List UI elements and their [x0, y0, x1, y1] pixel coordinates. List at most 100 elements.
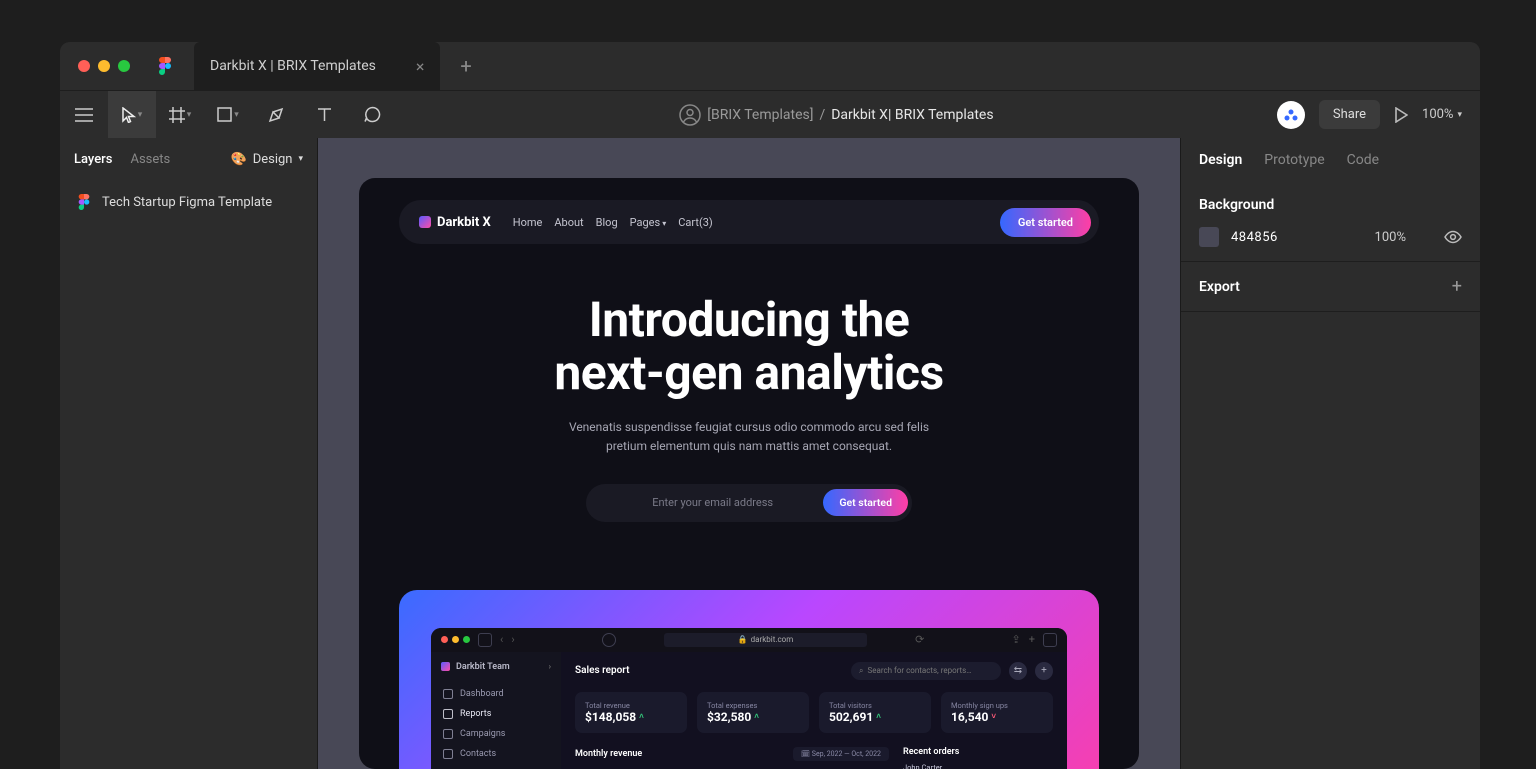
minimize-window-icon[interactable]: [98, 60, 110, 72]
layers-panel: Layers Assets 🎨 Design ▾: [60, 138, 318, 769]
inspector-panel: Design Prototype Code Background 484856 …: [1180, 138, 1480, 769]
figma-window: Darkbit X | BRIX Templates × + ▾ ▾ ▾: [60, 42, 1480, 769]
nav-pages[interactable]: Pages▾: [630, 216, 667, 229]
shape-tool[interactable]: ▾: [204, 91, 252, 139]
frame-tool[interactable]: ▾: [156, 91, 204, 139]
layer-item[interactable]: Tech Startup Figma Template: [74, 188, 303, 216]
sidebar-item-campaigns[interactable]: Campaigns: [441, 724, 551, 744]
maximize-window-icon[interactable]: [118, 60, 130, 72]
email-form[interactable]: Enter your email address Get started: [586, 484, 912, 522]
color-swatch[interactable]: [1199, 227, 1219, 247]
app-sidebar: Darkbit Team › Dashboard Reports Campaig…: [431, 652, 561, 769]
pen-tool[interactable]: [252, 91, 300, 139]
stat-card: Total visitors 502,691˄: [819, 692, 931, 733]
org-name: [BRIX Templates]: [707, 107, 813, 123]
code-tab[interactable]: Code: [1347, 152, 1379, 168]
chevron-down-icon: ▾: [138, 110, 143, 120]
avatar-glyph-icon: [1283, 107, 1299, 123]
breadcrumb[interactable]: [BRIX Templates] / Darkbit X| BRIX Templ…: [396, 104, 1277, 126]
nav-home[interactable]: Home: [513, 216, 543, 229]
user-avatar[interactable]: [1277, 101, 1305, 129]
nav-cta-button[interactable]: Get started: [1000, 208, 1091, 237]
nav-cart[interactable]: Cart(3): [678, 216, 713, 229]
visibility-toggle[interactable]: [1444, 230, 1462, 244]
chevron-right-icon: ›: [549, 662, 551, 671]
comment-tool[interactable]: [348, 91, 396, 139]
team-switcher[interactable]: Darkbit Team ›: [441, 662, 551, 672]
nav-about[interactable]: About: [554, 216, 583, 229]
tab-bar: Darkbit X | BRIX Templates × +: [60, 42, 1480, 90]
sidebar-item-dashboard[interactable]: Dashboard: [441, 684, 551, 704]
team-name: Darkbit Team: [456, 662, 510, 672]
stat-card: Total revenue $148,058˄: [575, 692, 687, 733]
plus-icon: +: [1029, 633, 1035, 646]
add-chip[interactable]: +: [1035, 662, 1053, 680]
text-tool[interactable]: [300, 91, 348, 139]
canvas[interactable]: Darkbit X Home About Blog Pages▾ Cart(3)…: [318, 138, 1180, 769]
chevron-down-icon: ▾: [187, 110, 192, 120]
share-icon: ⇪: [1012, 633, 1021, 646]
page-selector[interactable]: 🎨 Design ▾: [231, 152, 304, 167]
hero-subheading: Venenatis suspendisse feugiat cursus odi…: [549, 418, 949, 456]
sidebar-item-reports[interactable]: Reports: [441, 704, 551, 724]
close-window-icon[interactable]: [78, 60, 90, 72]
nav-blog[interactable]: Blog: [596, 216, 618, 229]
assets-tab[interactable]: Assets: [130, 152, 170, 167]
export-heading: Export: [1199, 279, 1240, 295]
reload-icon: ⟳: [915, 633, 924, 646]
forward-icon: ›: [511, 633, 514, 646]
color-opacity[interactable]: 100%: [1375, 230, 1406, 245]
file-tab[interactable]: Darkbit X | BRIX Templates ×: [194, 42, 440, 90]
color-hex[interactable]: 484856: [1231, 230, 1278, 245]
trend-up-icon: ˄: [876, 712, 881, 721]
share-button[interactable]: Share: [1319, 100, 1380, 129]
cursor-icon: [122, 107, 136, 123]
app-main: Sales report ⌕ Search for contacts, repo…: [561, 652, 1067, 769]
frame-icon: [169, 107, 185, 123]
email-cta-button[interactable]: Get started: [823, 489, 908, 516]
zoom-control[interactable]: 100% ▾: [1422, 107, 1462, 122]
team-mark-icon: [441, 662, 450, 671]
chevron-down-icon: ▾: [662, 219, 666, 228]
trend-up-icon: ˄: [639, 712, 644, 721]
browser-chrome: ‹ › 🔒 darkbit.com ⟳ ⇪: [431, 628, 1067, 652]
brand-mark-icon: [419, 216, 431, 228]
device-mock: ‹ › 🔒 darkbit.com ⟳ ⇪: [399, 590, 1099, 769]
brand[interactable]: Darkbit X: [419, 215, 491, 230]
trend-down-icon: ˅: [991, 712, 996, 721]
palette-icon: 🎨: [231, 152, 247, 167]
rectangle-icon: [217, 107, 232, 122]
dot-icon: [452, 636, 459, 643]
sidebar-item-contacts[interactable]: Contacts: [441, 744, 551, 764]
email-input[interactable]: Enter your email address: [602, 496, 823, 509]
figma-file-icon: [76, 194, 92, 210]
site-nav: Darkbit X Home About Blog Pages▾ Cart(3)…: [399, 200, 1099, 244]
lock-icon: 🔒: [738, 635, 748, 644]
search-input[interactable]: ⌕ Search for contacts, reports…: [851, 662, 1001, 680]
design-tab[interactable]: Design: [1199, 152, 1242, 168]
add-export-button[interactable]: +: [1452, 276, 1462, 297]
window-controls[interactable]: [60, 60, 148, 72]
breadcrumb-separator: /: [819, 107, 825, 123]
date-range-chip[interactable]: 🗓 Sep, 2022 — Oct, 2022: [793, 747, 889, 761]
recent-orders-heading: Recent orders: [903, 747, 1053, 757]
settings-chip[interactable]: ⇆: [1009, 662, 1027, 680]
grid-icon: [443, 689, 453, 699]
new-tab-button[interactable]: +: [440, 54, 491, 78]
chevron-down-icon: ▾: [1457, 110, 1462, 120]
url-bar: 🔒 darkbit.com: [664, 633, 867, 647]
layers-tab[interactable]: Layers: [74, 152, 112, 167]
close-tab-icon[interactable]: ×: [416, 57, 425, 76]
search-icon: ⌕: [859, 666, 863, 676]
zoom-value: 100%: [1422, 107, 1453, 122]
stat-card: Monthly sign ups 16,540˅: [941, 692, 1053, 733]
menu-button[interactable]: [60, 91, 108, 139]
hamburger-icon: [75, 108, 93, 122]
document-icon: [443, 709, 453, 719]
prototype-tab[interactable]: Prototype: [1264, 152, 1324, 168]
dot-icon: [463, 636, 470, 643]
figma-logo-icon[interactable]: [156, 57, 174, 75]
artboard[interactable]: Darkbit X Home About Blog Pages▾ Cart(3)…: [359, 178, 1139, 769]
move-tool[interactable]: ▾: [108, 91, 156, 139]
present-button[interactable]: [1394, 107, 1408, 123]
